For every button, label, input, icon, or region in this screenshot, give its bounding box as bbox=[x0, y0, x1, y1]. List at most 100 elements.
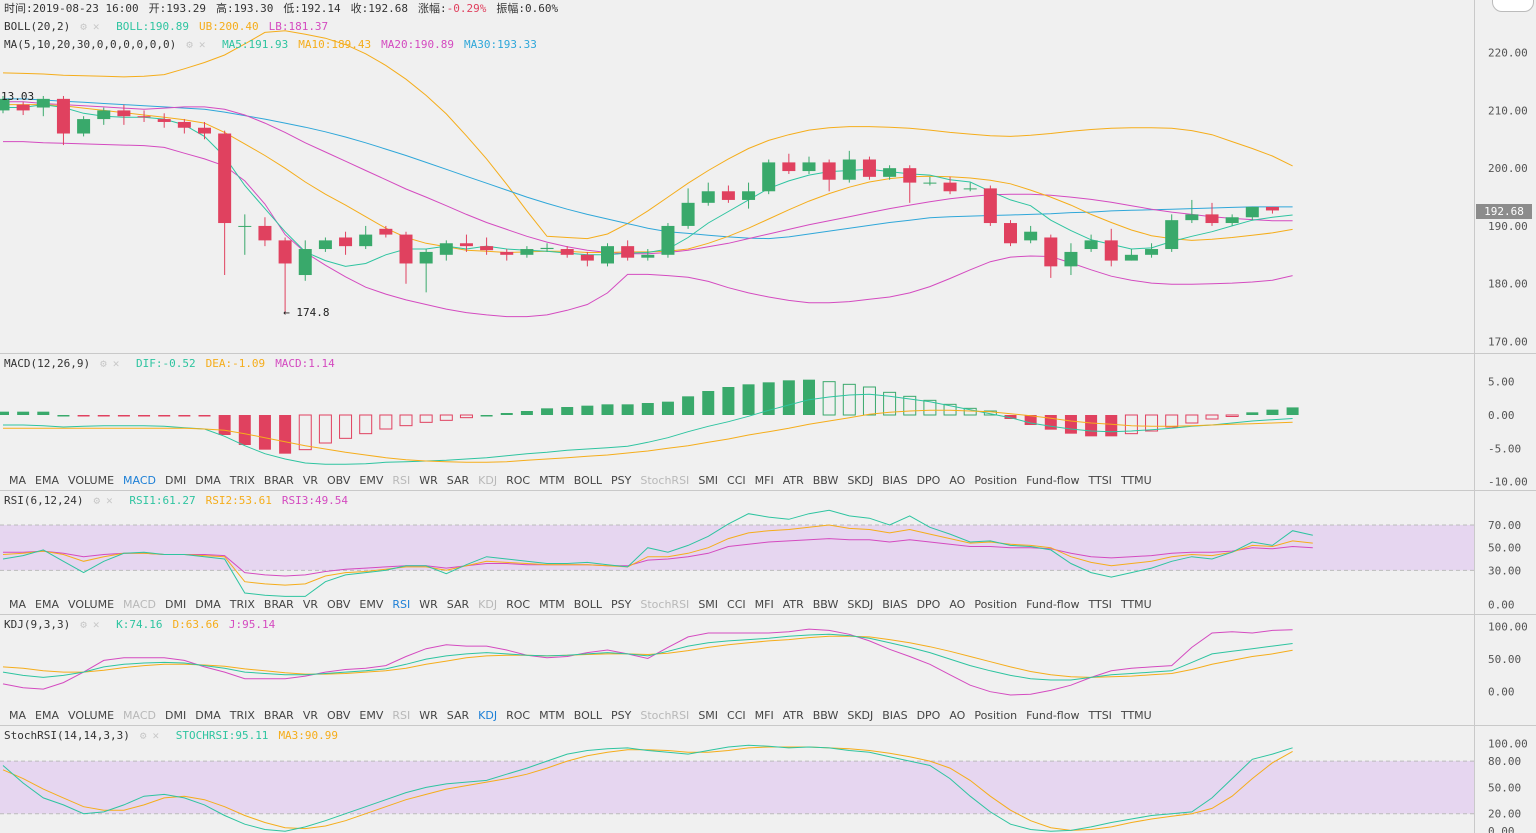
gear-icon[interactable]: ⚙ bbox=[186, 38, 193, 51]
tab-psy[interactable]: PSY bbox=[611, 596, 631, 614]
tab-wr[interactable]: WR bbox=[419, 596, 438, 614]
tab-ttmu[interactable]: TTMU bbox=[1121, 596, 1152, 614]
tab-sar[interactable]: SAR bbox=[447, 472, 469, 490]
tab-dma[interactable]: DMA bbox=[195, 707, 221, 725]
tab-emv[interactable]: EMV bbox=[359, 707, 383, 725]
close-icon[interactable]: ✕ bbox=[199, 38, 206, 51]
tab-emv[interactable]: EMV bbox=[359, 596, 383, 614]
tab-mtm[interactable]: MTM bbox=[539, 707, 565, 725]
tab-ema[interactable]: EMA bbox=[35, 596, 59, 614]
tab-dmi[interactable]: DMI bbox=[165, 707, 186, 725]
tab-roc[interactable]: ROC bbox=[506, 707, 530, 725]
tab-fund-flow[interactable]: Fund-flow bbox=[1026, 707, 1079, 725]
tab-rsi[interactable]: RSI bbox=[392, 472, 410, 490]
tab-boll[interactable]: BOLL bbox=[574, 596, 602, 614]
tab-stochrsi[interactable]: StochRSI bbox=[640, 596, 689, 614]
tab-mtm[interactable]: MTM bbox=[539, 596, 565, 614]
tab-trix[interactable]: TRIX bbox=[230, 472, 255, 490]
tab-roc[interactable]: ROC bbox=[506, 472, 530, 490]
tab-dpo[interactable]: DPO bbox=[917, 596, 941, 614]
tab-mfi[interactable]: MFI bbox=[755, 472, 774, 490]
tab-fund-flow[interactable]: Fund-flow bbox=[1026, 596, 1079, 614]
tab-ttsi[interactable]: TTSI bbox=[1088, 596, 1111, 614]
tab-smi[interactable]: SMI bbox=[698, 596, 718, 614]
tab-obv[interactable]: OBV bbox=[327, 596, 350, 614]
tab-dpo[interactable]: DPO bbox=[917, 707, 941, 725]
close-icon[interactable]: ✕ bbox=[106, 494, 113, 507]
tab-bias[interactable]: BIAS bbox=[882, 596, 907, 614]
tab-ma[interactable]: MA bbox=[9, 472, 26, 490]
tab-position[interactable]: Position bbox=[974, 472, 1017, 490]
tab-smi[interactable]: SMI bbox=[698, 707, 718, 725]
gear-icon[interactable]: ⚙ bbox=[100, 357, 107, 370]
tab-bbw[interactable]: BBW bbox=[813, 707, 839, 725]
tab-ttsi[interactable]: TTSI bbox=[1088, 707, 1111, 725]
tab-ao[interactable]: AO bbox=[949, 472, 965, 490]
tab-rsi[interactable]: RSI bbox=[392, 707, 410, 725]
tab-kdj[interactable]: KDJ bbox=[478, 707, 497, 725]
tab-dma[interactable]: DMA bbox=[195, 596, 221, 614]
tab-ttmu[interactable]: TTMU bbox=[1121, 472, 1152, 490]
tab-fund-flow[interactable]: Fund-flow bbox=[1026, 472, 1079, 490]
tab-emv[interactable]: EMV bbox=[359, 472, 383, 490]
tab-obv[interactable]: OBV bbox=[327, 472, 350, 490]
tab-position[interactable]: Position bbox=[974, 707, 1017, 725]
close-icon[interactable]: ✕ bbox=[93, 20, 100, 33]
tab-psy[interactable]: PSY bbox=[611, 472, 631, 490]
tab-atr[interactable]: ATR bbox=[783, 596, 804, 614]
close-icon[interactable]: ✕ bbox=[93, 618, 100, 631]
tab-ttmu[interactable]: TTMU bbox=[1121, 707, 1152, 725]
tab-stochrsi[interactable]: StochRSI bbox=[640, 707, 689, 725]
tab-ema[interactable]: EMA bbox=[35, 472, 59, 490]
gear-icon[interactable]: ⚙ bbox=[80, 20, 87, 33]
tab-dpo[interactable]: DPO bbox=[917, 472, 941, 490]
tab-sar[interactable]: SAR bbox=[447, 596, 469, 614]
tab-cci[interactable]: CCI bbox=[727, 596, 746, 614]
tab-macd[interactable]: MACD bbox=[123, 596, 156, 614]
tab-obv[interactable]: OBV bbox=[327, 707, 350, 725]
tab-atr[interactable]: ATR bbox=[783, 707, 804, 725]
tab-vr[interactable]: VR bbox=[303, 707, 318, 725]
tab-brar[interactable]: BRAR bbox=[264, 596, 294, 614]
tab-boll[interactable]: BOLL bbox=[574, 707, 602, 725]
tab-skdj[interactable]: SKDJ bbox=[847, 707, 873, 725]
tab-bbw[interactable]: BBW bbox=[813, 596, 839, 614]
tab-kdj[interactable]: KDJ bbox=[478, 596, 497, 614]
tab-mtm[interactable]: MTM bbox=[539, 472, 565, 490]
tab-rsi[interactable]: RSI bbox=[392, 596, 410, 614]
tab-psy[interactable]: PSY bbox=[611, 707, 631, 725]
tab-mfi[interactable]: MFI bbox=[755, 707, 774, 725]
tab-boll[interactable]: BOLL bbox=[574, 472, 602, 490]
tab-bias[interactable]: BIAS bbox=[882, 707, 907, 725]
tab-cci[interactable]: CCI bbox=[727, 472, 746, 490]
tab-trix[interactable]: TRIX bbox=[230, 596, 255, 614]
close-icon[interactable]: ✕ bbox=[113, 357, 120, 370]
tab-trix[interactable]: TRIX bbox=[230, 707, 255, 725]
tab-ma[interactable]: MA bbox=[9, 596, 26, 614]
tab-brar[interactable]: BRAR bbox=[264, 472, 294, 490]
tab-vr[interactable]: VR bbox=[303, 472, 318, 490]
tab-volume[interactable]: VOLUME bbox=[68, 472, 114, 490]
tab-ttsi[interactable]: TTSI bbox=[1088, 472, 1111, 490]
tab-volume[interactable]: VOLUME bbox=[68, 707, 114, 725]
tab-ema[interactable]: EMA bbox=[35, 707, 59, 725]
tab-volume[interactable]: VOLUME bbox=[68, 596, 114, 614]
tab-dma[interactable]: DMA bbox=[195, 472, 221, 490]
tab-bias[interactable]: BIAS bbox=[882, 472, 907, 490]
toolbar-toggle-button[interactable] bbox=[1492, 0, 1534, 12]
tab-mfi[interactable]: MFI bbox=[755, 596, 774, 614]
tab-wr[interactable]: WR bbox=[419, 707, 438, 725]
tab-roc[interactable]: ROC bbox=[506, 596, 530, 614]
tab-ao[interactable]: AO bbox=[949, 596, 965, 614]
tab-smi[interactable]: SMI bbox=[698, 472, 718, 490]
tab-stochrsi[interactable]: StochRSI bbox=[640, 472, 689, 490]
gear-icon[interactable]: ⚙ bbox=[80, 618, 87, 631]
gear-icon[interactable]: ⚙ bbox=[140, 729, 147, 742]
tab-ma[interactable]: MA bbox=[9, 707, 26, 725]
close-icon[interactable]: ✕ bbox=[152, 729, 159, 742]
tab-dmi[interactable]: DMI bbox=[165, 596, 186, 614]
tab-macd[interactable]: MACD bbox=[123, 472, 156, 490]
gear-icon[interactable]: ⚙ bbox=[93, 494, 100, 507]
tab-position[interactable]: Position bbox=[974, 596, 1017, 614]
tab-macd[interactable]: MACD bbox=[123, 707, 156, 725]
